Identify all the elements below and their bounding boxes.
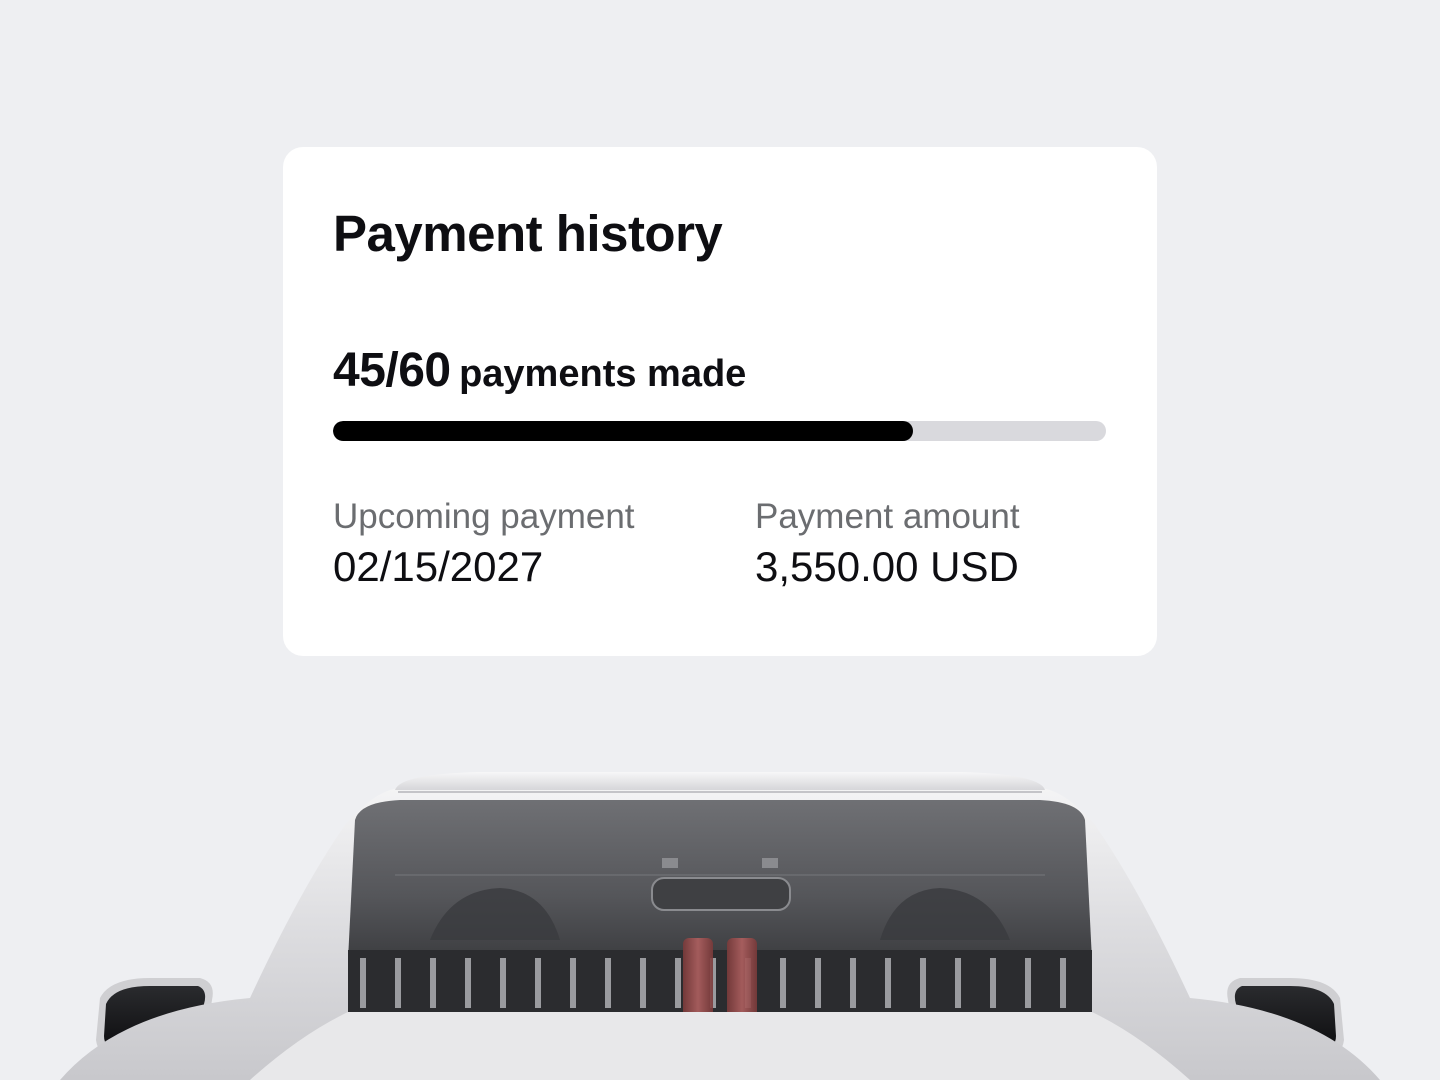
louvre-slat — [1025, 958, 1031, 1008]
upcoming-payment-block: Upcoming payment 02/15/2027 — [333, 495, 635, 595]
payments-progress-label: 45/60 payments made — [333, 343, 746, 398]
louvre-slat — [395, 958, 401, 1008]
payment-history-card: Payment history 45/60 payments made Upco… — [283, 147, 1157, 656]
louvre-slat — [850, 958, 856, 1008]
louvre-slat — [955, 958, 961, 1008]
louvre-slat — [780, 958, 786, 1008]
louvre-slat — [920, 958, 926, 1008]
louvre-slat — [430, 958, 436, 1008]
louvre-slat — [465, 958, 471, 1008]
louvre-slat — [640, 958, 646, 1008]
louvre-slat — [570, 958, 576, 1008]
louvre-slat — [1060, 958, 1066, 1008]
card-title: Payment history — [333, 205, 723, 262]
car-rear-illustration — [60, 772, 1380, 1080]
louvre-slat — [535, 958, 541, 1008]
payments-count: 45/60 — [333, 344, 451, 397]
payment-amount-block: Payment amount 3,550.00 USD — [755, 495, 1020, 595]
louvre-slat — [990, 958, 996, 1008]
louvre-slat — [500, 958, 506, 1008]
page: Payment history 45/60 payments made Upco… — [0, 0, 1440, 1080]
louvre-slat — [885, 958, 891, 1008]
louvre-slat — [360, 958, 366, 1008]
upcoming-payment-label: Upcoming payment — [333, 497, 635, 536]
louvre-slat — [815, 958, 821, 1008]
upcoming-payment-date: 02/15/2027 — [333, 543, 544, 590]
payments-made-text: payments made — [459, 353, 747, 395]
payments-progress-fill — [333, 421, 913, 441]
payment-amount-label: Payment amount — [755, 497, 1020, 536]
louvre-slat — [675, 958, 681, 1008]
payments-progress-bar — [333, 421, 1106, 441]
louvre-slat — [605, 958, 611, 1008]
payment-amount-value: 3,550.00 USD — [755, 543, 1019, 590]
